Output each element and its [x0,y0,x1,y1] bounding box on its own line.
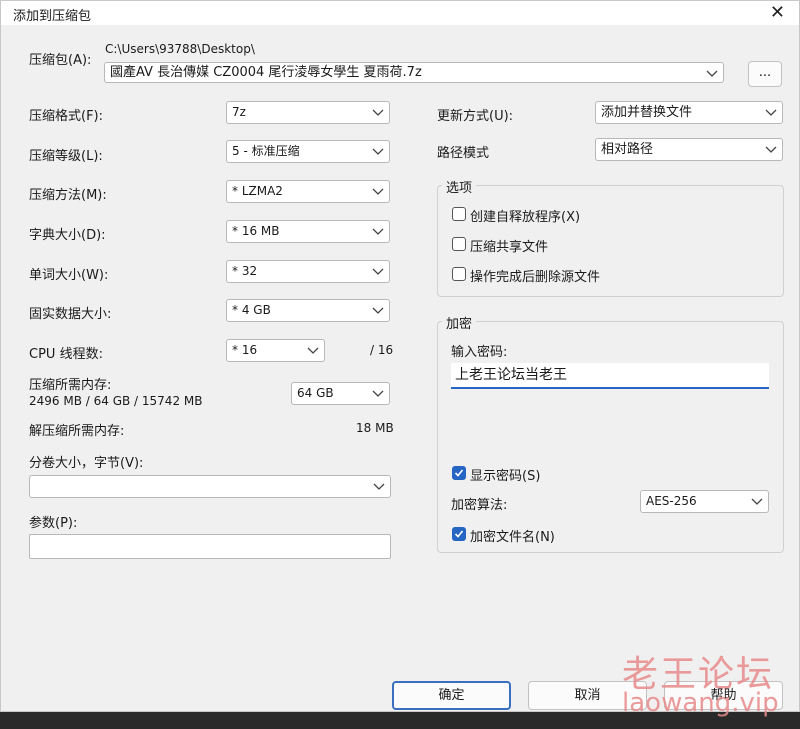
update-label: 更新方式(U): [437,109,514,124]
mem-compress-combo[interactable]: 64 GB [291,382,390,405]
delete-source-label: 操作完成后删除源文件 [470,270,601,285]
volume-label: 分卷大小，字节(V): [29,456,144,471]
chevron-down-icon [372,141,384,162]
threads-value: * 16 [232,343,258,357]
encryption-method-value: AES-256 [646,494,697,508]
options-group-title: 选项 [442,177,477,196]
checkmark-icon [454,469,464,477]
chevron-down-icon [372,181,384,202]
archive-path: C:\Users\93788\Desktop\ [105,42,255,56]
mem-compress-detail: 2496 MB / 64 GB / 15742 MB [29,394,203,408]
method-label: 压缩方法(M): [29,188,107,203]
pathmode-combo[interactable]: 相对路径 [595,138,783,161]
sfx-checkbox[interactable] [452,207,466,221]
chevron-down-icon [751,491,763,512]
encrypt-names-checkbox[interactable] [452,527,466,541]
title-bar: 添加到压缩包 ✕ [1,1,799,25]
pathmode-label: 路径模式 [437,146,490,161]
dict-label: 字典大小(D): [29,228,106,243]
volume-combo[interactable] [29,475,391,498]
mem-compress-label: 压缩所需内存: [29,378,112,393]
password-input[interactable]: 上老王论坛当老王 [451,363,769,389]
mem-decompress-value: 18 MB [356,421,394,435]
update-value: 添加并替换文件 [601,105,693,120]
chevron-down-icon [307,340,319,361]
shared-label: 压缩共享文件 [470,240,549,255]
method-combo[interactable]: * LZMA2 [226,180,390,203]
chevron-down-icon [706,63,718,82]
chevron-down-icon [372,261,384,282]
show-password-label: 显示密码(S) [470,469,541,484]
word-label: 单词大小(W): [29,268,109,283]
archive-label: 压缩包(A): [29,53,92,68]
archive-name-value: 國產AV 長治傳媒 CZ0004 尾行淩辱女學生 夏雨荷.7z [110,65,422,80]
dict-combo[interactable]: * 16 MB [226,220,390,243]
format-label: 压缩格式(F): [29,109,104,124]
chevron-down-icon [372,221,384,242]
level-label: 压缩等级(L): [29,149,103,164]
word-combo[interactable]: * 32 [226,260,390,283]
dict-value: * 16 MB [232,224,280,238]
word-value: * 32 [232,264,258,278]
chevron-down-icon [372,300,384,321]
dialog-title: 添加到压缩包 [13,9,92,24]
encryption-method-combo[interactable]: AES-256 [640,490,769,513]
threads-label: CPU 线程数: [29,347,103,362]
update-combo[interactable]: 添加并替换文件 [595,101,783,124]
pathmode-value: 相对路径 [601,142,654,157]
chevron-down-icon [765,139,777,160]
params-label: 参数(P): [29,516,78,531]
mem-compress-value: 64 GB [297,386,334,400]
level-value: 5 - 标准压缩 [232,144,300,158]
watermark-url: laowang.vip [622,688,779,718]
checkmark-icon [454,530,464,538]
chevron-down-icon [373,476,385,497]
delete-source-checkbox[interactable] [452,267,466,281]
solid-value: * 4 GB [232,303,271,317]
format-value: 7z [232,105,246,119]
chevron-down-icon [372,383,384,404]
encryption-group-title: 加密 [442,313,477,332]
chevron-down-icon [765,102,777,123]
method-value: * LZMA2 [232,184,283,198]
password-label: 输入密码: [451,345,508,360]
level-combo[interactable]: 5 - 标准压缩 [226,140,390,163]
encryption-method-label: 加密算法: [451,498,508,513]
format-combo[interactable]: 7z [226,101,390,124]
threads-combo[interactable]: * 16 [226,339,325,362]
solid-label: 固实数据大小: [29,307,112,322]
show-password-checkbox[interactable] [452,466,466,480]
threads-max: / 16 [370,343,394,357]
chevron-down-icon [372,102,384,123]
browse-button[interactable]: ... [748,61,782,87]
archive-name-combo[interactable]: 國產AV 長治傳媒 CZ0004 尾行淩辱女學生 夏雨荷.7z [104,62,724,83]
close-icon[interactable]: ✕ [770,2,785,23]
ok-button[interactable]: 确定 [392,681,511,710]
encrypt-names-label: 加密文件名(N) [470,530,555,545]
shared-checkbox[interactable] [452,237,466,251]
sfx-label: 创建自释放程序(X) [470,210,581,225]
solid-combo[interactable]: * 4 GB [226,299,390,322]
params-input[interactable] [29,534,391,559]
mem-decompress-label: 解压缩所需内存: [29,424,125,439]
add-to-archive-dialog: 添加到压缩包 ✕ 压缩包(A): C:\Users\93788\Desktop\… [0,0,800,712]
